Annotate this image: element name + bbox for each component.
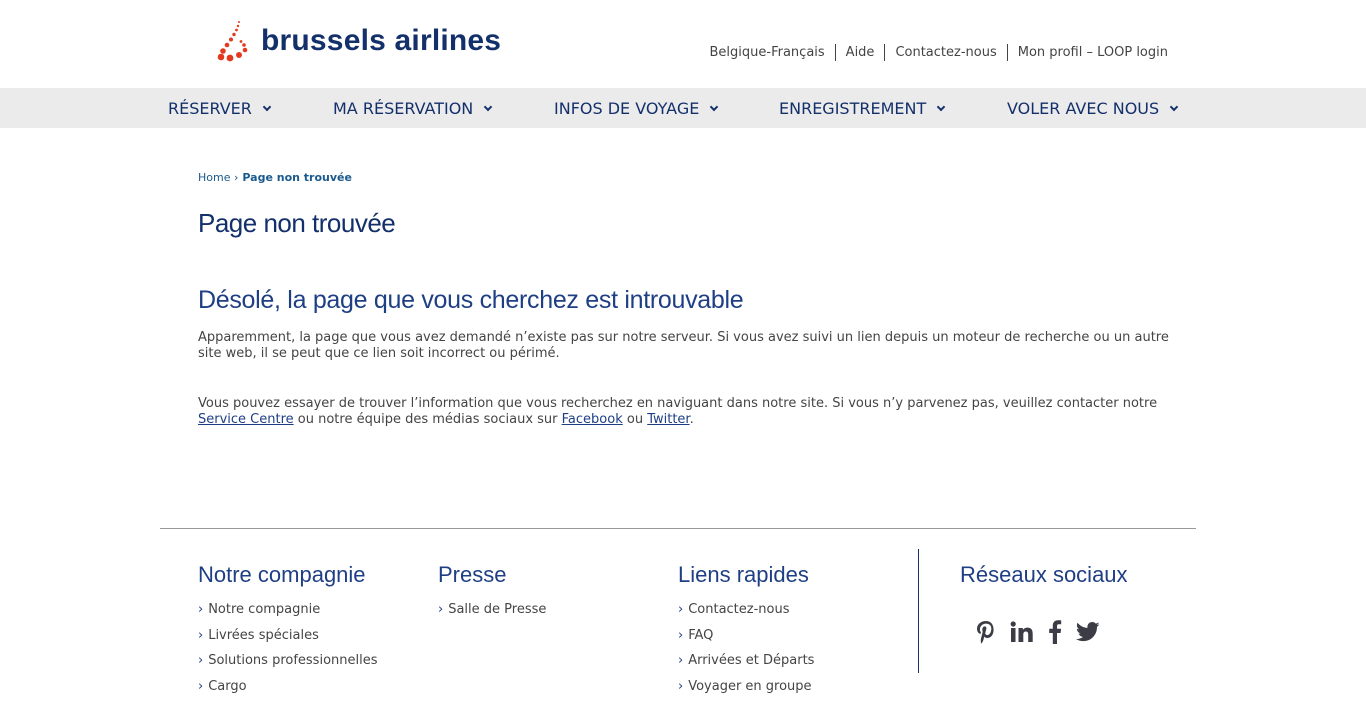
- footer-link[interactable]: Voyager en groupe: [678, 679, 814, 705]
- nav-reserver[interactable]: RÉSERVER: [168, 99, 272, 118]
- help-link[interactable]: Aide: [834, 44, 885, 61]
- nav-label: INFOS DE VOYAGE: [554, 99, 700, 118]
- twitter-link[interactable]: Twitter: [647, 412, 689, 427]
- page-subtitle: Désolé, la page que vous cherchez est in…: [198, 286, 744, 314]
- footer-col-company: Notre compagnie Notre compagnieLivrées s…: [198, 562, 378, 705]
- top-links: Belgique-Français Aide Contactez-nous Mo…: [700, 44, 1168, 61]
- footer-heading: Presse: [438, 562, 507, 587]
- text: .: [689, 412, 694, 427]
- main-nav: RÉSERVER MA RÉSERVATION INFOS DE VOYAGE …: [0, 88, 1366, 128]
- footer-heading: Liens rapides: [678, 562, 809, 587]
- social-icons: [976, 620, 1100, 644]
- help-paragraph: Vous pouvez essayer de trouver l’informa…: [198, 396, 1188, 428]
- chevron-down-icon: [262, 102, 272, 111]
- twitter-icon[interactable]: [1076, 622, 1100, 642]
- chevron-down-icon: [710, 102, 719, 111]
- pinterest-icon[interactable]: [976, 620, 996, 644]
- page-title: Page non trouvée: [198, 208, 396, 238]
- nav-label: MA RÉSERVATION: [333, 99, 474, 118]
- breadcrumb: Home › Page non trouvée: [198, 171, 352, 184]
- nav-infos-voyage[interactable]: INFOS DE VOYAGE: [554, 99, 719, 118]
- nav-label: VOLER AVEC NOUS: [1007, 99, 1160, 118]
- nav-label: ENREGISTREMENT: [779, 99, 927, 118]
- chevron-down-icon: [1169, 102, 1179, 111]
- nav-voler-avec-nous[interactable]: VOLER AVEC NOUS: [1007, 99, 1179, 118]
- footer-link[interactable]: FAQ: [678, 628, 814, 654]
- nav-enregistrement[interactable]: ENREGISTREMENT: [779, 99, 946, 118]
- service-centre-link[interactable]: Service Centre: [198, 412, 294, 427]
- facebook-link[interactable]: Facebook: [562, 412, 623, 427]
- footer-link[interactable]: Notre compagnie: [198, 602, 378, 628]
- logo-text: brussels airlines: [261, 24, 502, 57]
- intro-paragraph: Apparemment, la page que vous avez deman…: [198, 330, 1169, 361]
- footer-col-quick-links: Liens rapides Contactez-nousFAQArrivées …: [678, 562, 814, 705]
- footer-vertical-divider: [918, 549, 919, 673]
- footer-link[interactable]: Livrées spéciales: [198, 628, 378, 654]
- footer-link[interactable]: Contactez-nous: [678, 602, 814, 628]
- breadcrumb-home[interactable]: Home: [198, 171, 230, 184]
- footer-link[interactable]: Salle de Presse: [438, 602, 546, 628]
- linkedin-icon[interactable]: [1010, 621, 1034, 643]
- text: ou notre équipe des médias sociaux sur: [293, 412, 562, 427]
- facebook-icon[interactable]: [1048, 620, 1062, 644]
- nav-label: RÉSERVER: [168, 99, 252, 118]
- footer-link[interactable]: Cargo: [198, 679, 378, 705]
- text: ou: [622, 412, 648, 427]
- language-link[interactable]: Belgique-Français: [700, 44, 835, 61]
- footer-divider: [160, 528, 1196, 529]
- footer-col-press: Presse Salle de Presse: [438, 562, 546, 628]
- chevron-down-icon: [484, 102, 493, 111]
- chevron-down-icon: [936, 102, 946, 111]
- nav-ma-reservation[interactable]: MA RÉSERVATION: [333, 99, 493, 118]
- footer-col-social: Réseaux sociaux: [960, 562, 1128, 602]
- breadcrumb-current: Page non trouvée: [242, 171, 352, 184]
- footer-heading: Réseaux sociaux: [960, 562, 1128, 587]
- brussels-airlines-logo[interactable]: brussels airlines: [217, 20, 501, 62]
- text: Vous pouvez essayer de trouver l’informa…: [198, 396, 1158, 411]
- footer-link[interactable]: Solutions professionnelles: [198, 653, 377, 679]
- contact-link[interactable]: Contactez-nous: [884, 44, 1006, 61]
- logo-dots-icon: [217, 21, 248, 62]
- profile-login-link[interactable]: Mon profil – LOOP login: [1006, 44, 1168, 61]
- footer-link[interactable]: Arrivées et Départs: [678, 653, 814, 679]
- footer-heading: Notre compagnie: [198, 562, 366, 587]
